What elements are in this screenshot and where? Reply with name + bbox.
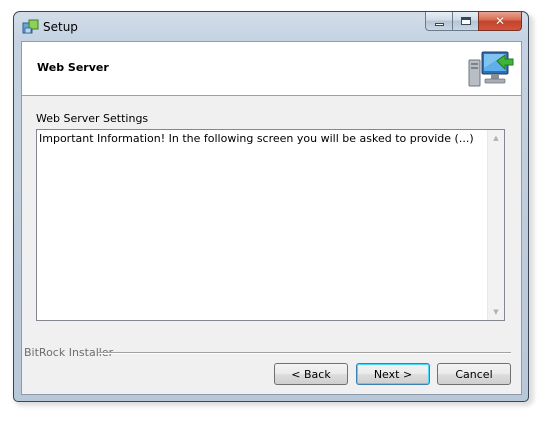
section-label: Web Server Settings — [36, 112, 149, 125]
title-bar[interactable]: Setup ✕ — [14, 12, 528, 42]
close-button[interactable]: ✕ — [478, 12, 522, 31]
cancel-button[interactable]: Cancel — [437, 363, 511, 385]
client-area: Web Server Web Server Settings Important… — [21, 41, 522, 395]
maximize-icon — [460, 17, 471, 25]
window-title: Setup — [43, 20, 78, 34]
computer-network-icon — [468, 51, 514, 87]
information-text-area[interactable]: Important Information! In the following … — [36, 129, 505, 321]
caption-buttons: ✕ — [425, 12, 522, 31]
scroll-down-icon[interactable]: ▼ — [488, 304, 504, 320]
page-header: Web Server — [22, 42, 521, 96]
maximize-button[interactable] — [452, 12, 478, 31]
information-text: Important Information! In the following … — [39, 132, 474, 145]
minimize-button[interactable] — [425, 12, 452, 31]
page-title: Web Server — [37, 61, 109, 74]
setup-window: Setup ✕ Web Server Web Server Settings I… — [13, 11, 529, 402]
footer-divider — [98, 352, 511, 354]
vertical-scrollbar[interactable]: ▲ ▼ — [487, 130, 504, 320]
back-button[interactable]: < Back — [274, 363, 348, 385]
setup-installer-icon — [22, 19, 39, 34]
scroll-up-icon[interactable]: ▲ — [488, 130, 504, 146]
minimize-icon — [434, 22, 444, 26]
close-icon: ✕ — [494, 14, 506, 28]
next-button[interactable]: Next > — [356, 363, 430, 385]
